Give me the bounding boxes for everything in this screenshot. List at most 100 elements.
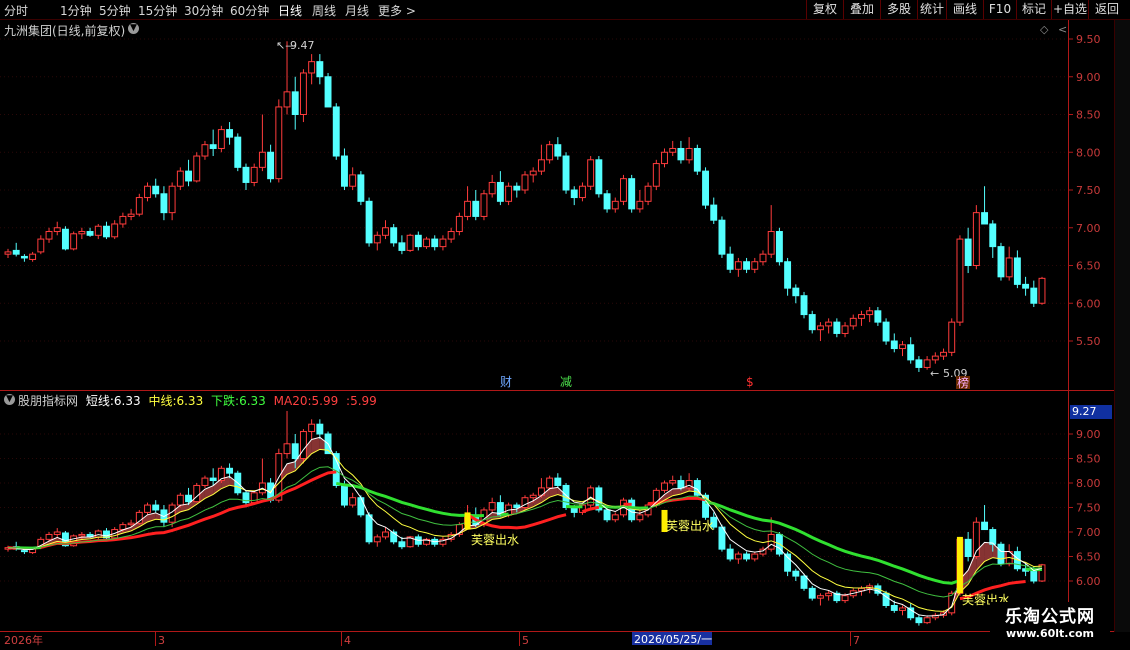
candle-body: [135, 197, 143, 215]
high-arrow-icon: ↖—: [276, 39, 296, 52]
y-tick-label: 8.00: [1076, 477, 1101, 490]
y-tick-label: 8.00: [1076, 146, 1101, 159]
watermark: 乐淘公式网 www.60lt.com: [990, 602, 1110, 646]
candle-body: [365, 200, 373, 244]
candle-body: [144, 185, 151, 199]
candle-body: [661, 482, 668, 491]
candle-body: [152, 504, 160, 511]
main-grid: [0, 38, 1068, 342]
candle-body: [956, 238, 964, 323]
y-tick-label: 7.00: [1076, 526, 1101, 539]
candle-body: [111, 223, 119, 238]
indicator-lines: [7, 436, 1043, 617]
candle-body: [439, 238, 447, 248]
candle-body: [587, 159, 595, 187]
candle-body: [291, 443, 299, 459]
candle-body: [636, 514, 644, 521]
date-label-month-5: 5: [522, 634, 529, 647]
candle-body: [20, 550, 28, 553]
candle-body: [78, 533, 86, 537]
indicator-y-ticks: 9.00 8.50 8.00 7.50 7.00 6.50 6.00: [1068, 428, 1101, 588]
candle-body: [775, 231, 783, 263]
candle-body: [209, 144, 217, 149]
candle-body: [20, 255, 28, 259]
candle-body: [119, 215, 127, 225]
candle-body: [382, 531, 389, 538]
candle-body: [816, 325, 824, 331]
candle-body: [94, 225, 102, 236]
watermark-title: 乐淘公式网: [1005, 607, 1095, 627]
candle-body: [406, 234, 414, 251]
candle-body: [816, 595, 824, 599]
candle-body: [250, 166, 258, 183]
candle-body: [792, 287, 800, 297]
candle-body: [37, 238, 45, 253]
candle-body: [603, 509, 611, 521]
candle-body: [349, 174, 357, 187]
candle-body: [899, 344, 906, 350]
candle-body: [398, 242, 406, 251]
candle-body: [29, 253, 37, 260]
date-label-month-4: 4: [344, 634, 351, 647]
candle-body: [299, 431, 307, 459]
candle-body: [283, 91, 291, 108]
candle-body: [398, 541, 406, 548]
candle-body: [488, 181, 496, 195]
candle-body: [800, 575, 808, 589]
candle-body: [447, 231, 455, 240]
candle-body: [341, 155, 348, 187]
candle-body: [546, 477, 554, 489]
candle-body: [4, 251, 12, 255]
candle-body: [874, 310, 882, 323]
candle-body: [734, 553, 742, 560]
date-label-month-7: 7: [853, 634, 860, 647]
y-tick-label: 6.50: [1076, 551, 1101, 564]
candle-body: [472, 200, 480, 217]
candle-body: [825, 321, 833, 327]
candle-body: [1038, 564, 1046, 582]
candle-body: [702, 170, 709, 206]
candle-body: [882, 321, 890, 342]
kline-chart[interactable]: 9.50 9.00 8.50 8.00 7.50 7.00 6.50 6.00 5.50 9.0…: [0, 0, 1130, 650]
candle-body: [784, 261, 792, 289]
candle-body: [176, 494, 184, 506]
candle-body: [226, 467, 234, 474]
candle-body: [250, 492, 258, 504]
candle-body: [661, 151, 668, 165]
candle-body: [258, 151, 266, 168]
marker-finance[interactable]: 财: [500, 375, 512, 389]
candle-body: [743, 261, 751, 270]
candle-body: [324, 76, 332, 108]
candle-body: [127, 213, 135, 217]
candle-body: [792, 570, 800, 577]
candle-body: [907, 344, 915, 361]
signal-bar: [956, 536, 963, 594]
side-panel-strip[interactable]: [1114, 20, 1130, 632]
candle-body: [127, 522, 135, 526]
candle-body: [521, 174, 529, 191]
candle-body: [193, 155, 201, 182]
y-tick-label: 6.00: [1076, 297, 1101, 310]
candle-body: [751, 261, 759, 270]
candle-body: [710, 204, 718, 221]
marker-dividend[interactable]: $: [746, 375, 754, 389]
candle-body: [185, 170, 192, 182]
low-arrow-icon: ←: [930, 367, 939, 380]
candle-body: [578, 185, 586, 199]
candle-body: [595, 159, 603, 195]
candle-body: [751, 553, 759, 560]
candle-body: [168, 185, 176, 214]
y-tick-label: 7.50: [1076, 502, 1101, 515]
marker-list[interactable]: 榜: [957, 375, 969, 390]
candle-body: [357, 497, 365, 516]
candle-body: [365, 514, 373, 543]
marker-reduce[interactable]: 减: [560, 375, 572, 389]
y-tick-label: 7.00: [1076, 222, 1101, 235]
y-tick-label: 9.00: [1076, 71, 1101, 84]
watermark-url: www.60lt.com: [1005, 627, 1095, 640]
candle-body: [291, 91, 299, 115]
candle-body: [193, 484, 201, 503]
candle-body: [603, 193, 611, 210]
candle-body: [217, 129, 225, 149]
candle-body: [1030, 287, 1038, 304]
